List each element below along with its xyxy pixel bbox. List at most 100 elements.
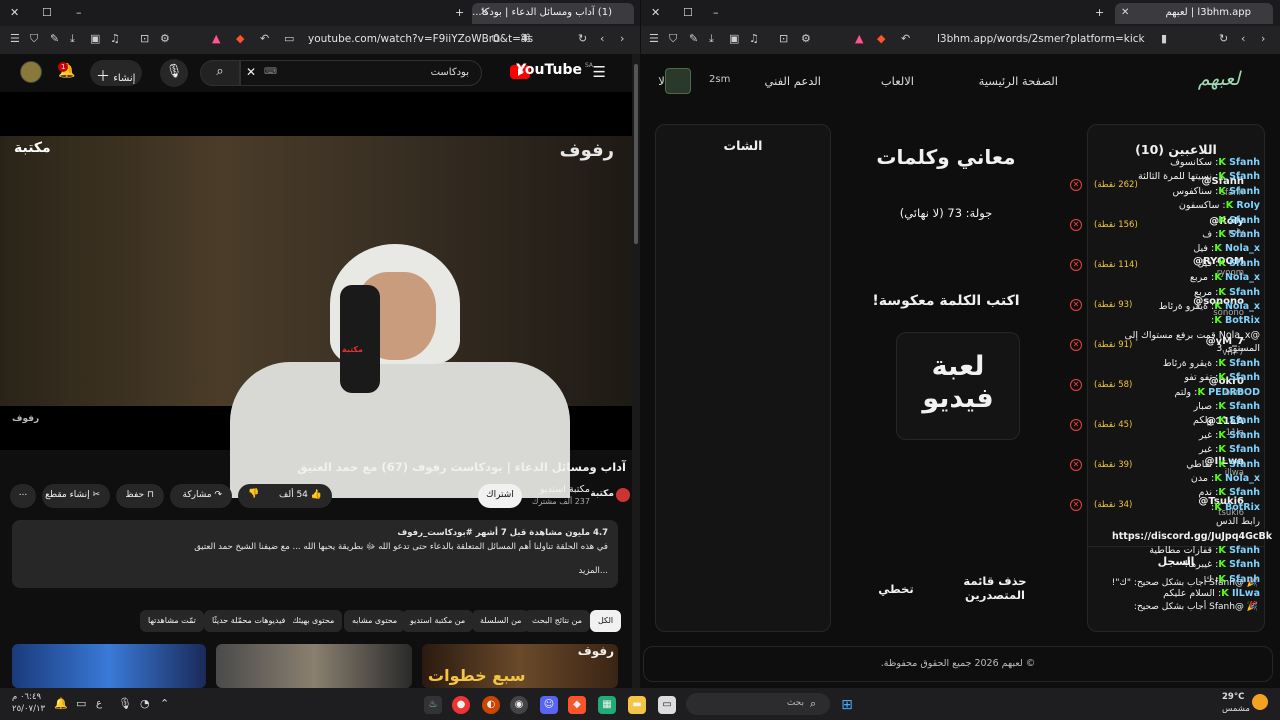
vpn-icon[interactable]: ▲ [212, 32, 220, 45]
extension-icon[interactable]: ✎ [50, 32, 59, 45]
create-button[interactable]: ＋ إنشاء [90, 60, 142, 86]
chip-search-results[interactable]: من نتائج البحث [524, 610, 591, 632]
download-icon[interactable]: ⤓ [709, 32, 714, 46]
back-icon[interactable]: ‹ [600, 32, 604, 45]
brave-icon[interactable]: ◆ [877, 32, 885, 45]
thumbs-up-icon[interactable]: 👍 [311, 490, 322, 500]
tab-youtube[interactable]: (1) آداب ومسائل الدعاء | بودكا... [472, 3, 634, 24]
chat-username[interactable]: Sfanh [1229, 559, 1260, 570]
nav-support[interactable]: الدعم الفني [765, 74, 821, 88]
chat-username[interactable]: Nola_x [1225, 272, 1260, 283]
channel-info[interactable]: مكتبة استديو 237 ألف مشترك [532, 484, 590, 506]
subscribe-button[interactable]: اشتراك [478, 484, 522, 508]
chip-watched[interactable]: تمّت مشاهدتها [140, 610, 204, 632]
chat-username[interactable]: Sfanh [1229, 215, 1260, 226]
share-button[interactable]: ↷ مشاركة [170, 484, 232, 508]
close-icon[interactable]: ✕ [651, 6, 660, 19]
url-field[interactable]: l3bhm.app/words/2smer?platform=kick [937, 33, 1145, 45]
remove-player-icon[interactable]: ✕ [1070, 179, 1082, 191]
forward-icon[interactable]: › [620, 32, 624, 45]
maximize-icon[interactable]: ☐ [42, 6, 52, 19]
clear-search-icon[interactable]: ✕ [246, 65, 256, 79]
screenshot-icon[interactable]: ⊡ [779, 32, 788, 45]
taskbar-search[interactable]: بحث [686, 693, 830, 715]
skip-button[interactable]: تخطي [871, 582, 921, 596]
music-icon[interactable]: ♫ [749, 32, 759, 45]
back-arrow-icon[interactable]: ↶ [260, 32, 269, 45]
chat-username[interactable]: BotRix [1225, 502, 1260, 513]
chat-username[interactable]: IlLwa [1232, 588, 1260, 599]
reload-icon[interactable]: ↻ [1219, 32, 1228, 45]
chat-username[interactable]: Sfanh [1229, 157, 1260, 168]
chrome-icon[interactable]: ● [452, 696, 470, 714]
chat-username[interactable]: Sfanh [1229, 487, 1260, 498]
taskview-icon[interactable]: ▭ [658, 696, 676, 714]
back-icon[interactable]: ‹ [1241, 32, 1245, 45]
remove-player-icon[interactable]: ✕ [1070, 259, 1082, 271]
chat-username[interactable]: Sfanh [1229, 372, 1260, 383]
tab-close-icon[interactable]: ✕ [1121, 7, 1129, 18]
input-language[interactable]: ع [96, 698, 102, 709]
back-arrow-icon[interactable]: ↶ [901, 32, 910, 45]
maximize-icon[interactable]: ☐ [683, 6, 693, 19]
chat-username[interactable]: PEDRBOD [1208, 387, 1260, 398]
search-button[interactable]: ⌕ [200, 60, 240, 86]
discord-icon[interactable]: ☺ [540, 696, 558, 714]
menu-icon[interactable]: ☰ [10, 32, 20, 45]
download-icon[interactable]: ⤓ [70, 32, 75, 46]
shield-icon[interactable]: ⛉ [669, 32, 677, 46]
avatar[interactable] [20, 61, 42, 83]
close-icon[interactable]: ✕ [10, 6, 19, 19]
puzzle-icon[interactable]: ⚙ [160, 32, 170, 45]
chip-channel[interactable]: من مكتبة استديو [402, 610, 474, 632]
scrollbar-thumb[interactable] [634, 64, 638, 244]
youtube-logo[interactable]: YouTube [516, 62, 582, 78]
taskbar-date[interactable]: ٢٥/٠٧/١٣ [12, 704, 45, 714]
store-icon[interactable]: ▦ [598, 696, 616, 714]
chat-username[interactable]: Sfanh [1229, 401, 1260, 412]
recommended-thumbnail[interactable] [216, 644, 412, 688]
chat-username[interactable]: Nola_x [1225, 473, 1260, 484]
chat-username[interactable]: Sfanh [1229, 574, 1260, 585]
chip-series[interactable]: من السلسلة [472, 610, 530, 632]
video-player[interactable]: مكتبة رفوف مكتبة رفوف [0, 92, 632, 498]
chat-username[interactable]: Sfanh [1229, 358, 1260, 369]
minimize-icon[interactable]: – [713, 6, 719, 19]
recommended-thumbnail[interactable]: سبع خطوات رفوف [422, 644, 618, 688]
tab-close-icon[interactable]: ✕ [480, 7, 488, 18]
more-actions-button[interactable]: ... [10, 484, 36, 508]
translate-icon[interactable]: ⌘ [520, 32, 531, 45]
voice-search-button[interactable]: 🎙 [160, 59, 188, 87]
new-tab-icon[interactable]: + [1095, 6, 1104, 19]
nav-games[interactable]: الالعاب [881, 74, 914, 88]
chat-username[interactable]: Sfanh [1229, 430, 1260, 441]
chat-username[interactable]: Sfanh [1229, 229, 1260, 240]
extension-icon[interactable]: ✎ [689, 32, 698, 45]
user-avatar[interactable] [665, 68, 691, 94]
minimize-icon[interactable]: – [76, 6, 82, 19]
chat-username[interactable]: Sfanh [1229, 444, 1260, 455]
weather-temp[interactable]: 29°C [1222, 692, 1244, 702]
clip-button[interactable]: ✂ إنشاء مقطع [42, 484, 110, 508]
recommended-thumbnail[interactable] [12, 644, 206, 688]
copy-icon[interactable]: ⧉ [492, 32, 500, 46]
nav-home[interactable]: الصفحة الرئيسية [979, 74, 1058, 88]
chat-username[interactable]: Sfanh [1229, 258, 1260, 269]
vpn-icon[interactable]: ▲ [855, 32, 863, 45]
chat-username[interactable]: RoIy [1236, 200, 1260, 211]
tab-l3bhm[interactable]: l3bhm.app | لعبهم [1115, 3, 1273, 24]
sidebar-icon[interactable]: ▣ [90, 32, 100, 45]
menu-icon[interactable]: ☰ [649, 32, 659, 45]
remove-player-icon[interactable]: ✕ [1070, 299, 1082, 311]
battery-icon[interactable]: ▭ [76, 697, 86, 710]
remove-player-icon[interactable]: ✕ [1070, 419, 1082, 431]
chip-recent[interactable]: فيديوهات محمّلة حديثًا [204, 610, 294, 632]
clear-leaderboard-button[interactable]: حذف قائمة المتصدرين [957, 574, 1033, 602]
obs-icon[interactable]: ◉ [510, 696, 528, 714]
like-dislike-group[interactable]: 👍 54 ألف 👎 [238, 484, 332, 508]
bell-icon[interactable]: 🔔 [54, 697, 68, 710]
puzzle-icon[interactable]: ⚙ [801, 32, 811, 45]
music-icon[interactable]: ♫ [110, 32, 120, 45]
chip-similar[interactable]: محتوى مشابه [344, 610, 406, 632]
brave-taskbar-icon[interactable]: ◆ [568, 696, 586, 714]
